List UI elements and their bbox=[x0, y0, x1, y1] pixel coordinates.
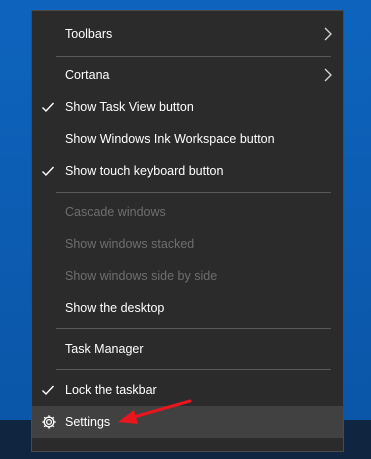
menu-item-label: Cortana bbox=[65, 68, 110, 82]
chevron-right-icon bbox=[324, 27, 332, 41]
checkmark-icon bbox=[42, 102, 55, 113]
menu-item-label: Toolbars bbox=[65, 27, 113, 41]
menu-item-label: Lock the taskbar bbox=[65, 383, 157, 397]
menu-item-show-windows-ink-workspace-button[interactable]: Show Windows Ink Workspace button bbox=[32, 123, 343, 155]
menu-item-toolbars[interactable]: Toolbars bbox=[32, 18, 343, 50]
menu-item-label: Task Manager bbox=[65, 342, 144, 356]
menu-separator bbox=[56, 192, 331, 193]
menu-item-label: Show touch keyboard button bbox=[65, 164, 224, 178]
menu-separator bbox=[56, 328, 331, 329]
menu-item-cascade-windows: Cascade windows bbox=[32, 196, 343, 228]
menu-item-settings[interactable]: Settings bbox=[32, 406, 343, 438]
menu-item-cortana[interactable]: Cortana bbox=[32, 59, 343, 91]
menu-item-label: Cascade windows bbox=[65, 205, 166, 219]
menu-item-label: Show Task View button bbox=[65, 100, 194, 114]
gear-icon bbox=[42, 415, 56, 429]
menu-item-task-manager[interactable]: Task Manager bbox=[32, 333, 343, 365]
menu-item-show-task-view-button[interactable]: Show Task View button bbox=[32, 91, 343, 123]
menu-item-label: Show the desktop bbox=[65, 301, 165, 315]
menu-item-label: Show Windows Ink Workspace button bbox=[65, 132, 275, 146]
menu-item-show-windows-side-by-side: Show windows side by side bbox=[32, 260, 343, 292]
menu-item-lock-the-taskbar[interactable]: Lock the taskbar bbox=[32, 374, 343, 406]
chevron-right-icon bbox=[324, 68, 332, 82]
menu-item-show-touch-keyboard-button[interactable]: Show touch keyboard button bbox=[32, 155, 343, 187]
checkmark-icon bbox=[42, 385, 55, 396]
menu-item-label: Show windows stacked bbox=[65, 237, 195, 251]
taskbar-context-menu: Toolbars Cortana Show Task View button S… bbox=[31, 10, 344, 452]
menu-item-show-the-desktop[interactable]: Show the desktop bbox=[32, 292, 343, 324]
menu-item-label: Settings bbox=[65, 415, 111, 429]
menu-separator bbox=[56, 56, 331, 57]
checkmark-icon bbox=[42, 166, 55, 177]
menu-separator bbox=[56, 369, 331, 370]
menu-item-label: Show windows side by side bbox=[65, 269, 218, 283]
menu-item-show-windows-stacked: Show windows stacked bbox=[32, 228, 343, 260]
